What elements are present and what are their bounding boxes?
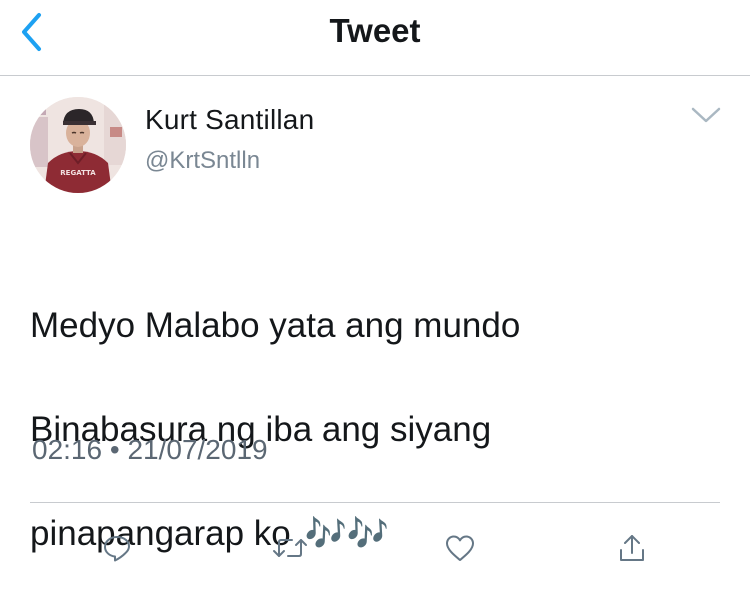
page-title: Tweet [329, 12, 421, 49]
tweet-date: 21/07/2019 [127, 434, 268, 465]
divider [30, 502, 720, 503]
author-handle[interactable]: @KrtSntlln [145, 147, 260, 175]
timestamp-separator: • [109, 434, 120, 465]
reply-icon [104, 536, 130, 562]
avatar-photo: REGATTA [30, 97, 126, 193]
top-navigation-bar: Tweet [0, 0, 750, 76]
tweet-time: 02:16 [32, 434, 103, 465]
retweet-button[interactable] [270, 528, 310, 568]
retweet-icon [273, 539, 307, 557]
share-button[interactable] [612, 528, 652, 568]
tweet-text-line-content: pinapangarap ko [30, 514, 291, 553]
avatar[interactable]: REGATTA [30, 97, 126, 193]
author-name[interactable]: Kurt Santillan [145, 104, 314, 136]
more-options-button[interactable] [688, 100, 724, 130]
share-icon [620, 535, 644, 561]
heart-icon [446, 535, 474, 561]
like-button[interactable] [440, 528, 480, 568]
tweet-text-line: Medyo Malabo yata ang mundo [30, 306, 521, 345]
chevron-down-icon [691, 107, 721, 123]
music-notes-emoji: 🎶🎶 [304, 515, 390, 553]
shirt-print: REGATTA [60, 169, 96, 177]
reply-button[interactable] [97, 528, 137, 568]
tweet-timestamp: 02:16 • 21/07/2019 [32, 434, 268, 466]
